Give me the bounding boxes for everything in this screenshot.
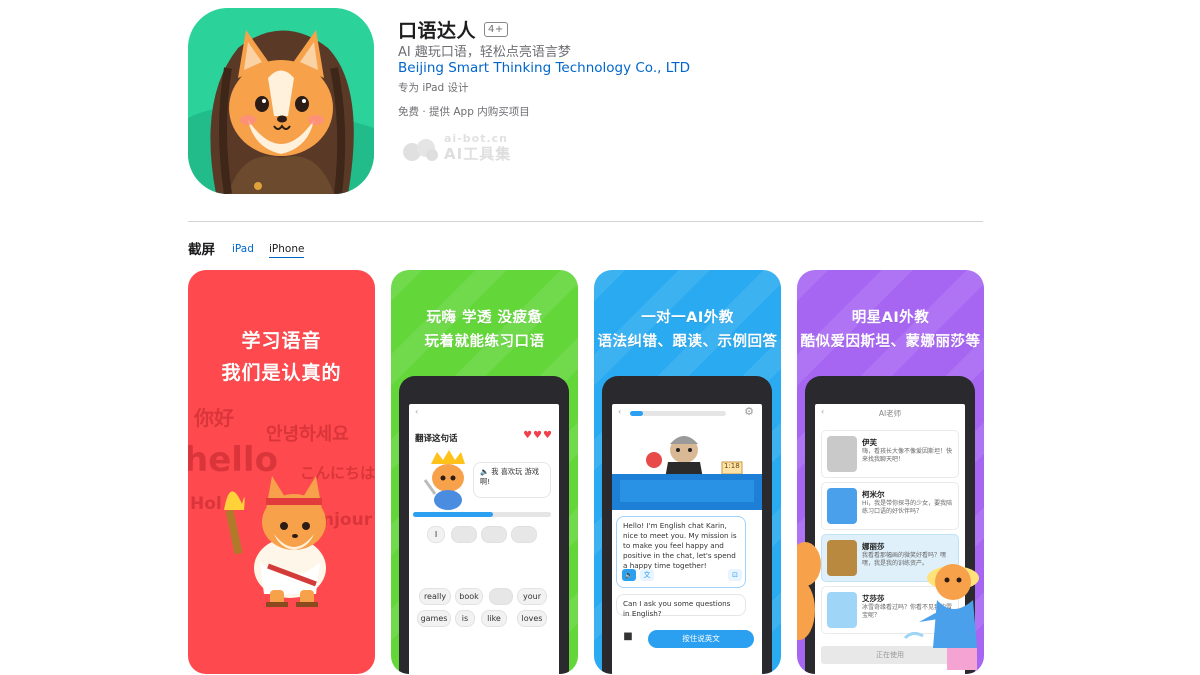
teacher-avatar: [827, 436, 857, 472]
word-chip[interactable]: is: [455, 610, 475, 627]
watermark-logo-icon: [403, 139, 438, 161]
tab-iphone[interactable]: iPhone: [269, 243, 305, 258]
hold-to-speak-button[interactable]: 按住说英文: [648, 630, 754, 648]
corgi-king-icon: [423, 450, 465, 510]
bg-word: 你好: [194, 406, 234, 430]
video-icon[interactable]: ■: [620, 631, 636, 645]
bot-message-text: Hello! I'm English chat Karin, nice to m…: [623, 521, 737, 570]
card-1-headline-2: 我们是认真的: [221, 362, 342, 384]
price-line: 免费 · 提供 App 内购买项目: [398, 106, 530, 118]
screen-topbar: ‹ AI老师: [815, 404, 965, 422]
screenshot-card-1[interactable]: 学习语音 我们是认真的 你好 안녕하세요 hello こんにちは Hol njo…: [188, 270, 375, 674]
designed-for-label: 专为 iPad 设计: [398, 82, 469, 94]
app-subtitle: AI 趣玩口语，轻松点亮语言梦: [398, 45, 571, 60]
card-4-headline-2: 酷似爱因斯坦、蒙娜丽莎等: [800, 334, 981, 350]
phone-frame: ‹ 翻译这句话 ♥♥♥ 🔈 我 喜欢玩 游戏啊! I really book y…: [399, 376, 569, 674]
word-chip[interactable]: book: [455, 588, 483, 605]
screen-topbar: ‹ ⚙: [612, 404, 762, 422]
answer-slot[interactable]: [511, 526, 537, 543]
gear-icon[interactable]: ⚙: [744, 405, 754, 418]
phone-screen: ‹ ⚙ 1:18 Hello! I'm English chat Karin, …: [612, 404, 762, 674]
app-title: 口语达人 4+: [398, 16, 508, 43]
card-2-headline-2: 玩着就能练习口语: [424, 334, 545, 350]
progress-fill: [630, 411, 644, 416]
screenshots-title: 截屏: [188, 242, 215, 258]
word-chip[interactable]: like: [481, 610, 507, 627]
bg-word: 안녕하세요: [266, 424, 349, 445]
screenshot-card-3[interactable]: 一对一AI外教 语法纠错、跟读、示例回答 ‹ ⚙ 1:18 Hello! I'm…: [594, 270, 781, 674]
teacher-desc: 嗨，看孩长大像不像爱因斯坦！快来找我聊天吧！: [862, 448, 953, 463]
speech-text: 我 喜欢玩 游戏啊!: [480, 467, 539, 486]
corgi-mascot-icon: [188, 8, 374, 194]
watermark: ai-bot.cn AI工具集: [400, 132, 540, 164]
teacher-name: 伊芙: [862, 438, 877, 447]
phone-screen: ‹ 翻译这句话 ♥♥♥ 🔈 我 喜欢玩 游戏啊! I really book y…: [409, 404, 559, 674]
hint-icon[interactable]: ⊡: [728, 569, 742, 581]
screen-title: AI老师: [878, 409, 902, 418]
tab-ipad[interactable]: iPad: [232, 243, 254, 257]
timer-label: 1:18: [724, 462, 740, 470]
word-chip[interactable]: games: [417, 610, 451, 627]
screen-topbar: ‹: [409, 404, 559, 422]
back-icon[interactable]: ‹: [415, 407, 418, 416]
word-chip[interactable]: your: [517, 588, 547, 605]
word-chip[interactable]: really: [419, 588, 451, 605]
card-4-headline-1: 明星AI外教: [851, 310, 930, 326]
app-title-text: 口语达人: [398, 20, 477, 42]
corgi-friends-icon: [797, 542, 979, 670]
answer-chip[interactable]: I: [427, 526, 445, 543]
teacher-name: 柯米尔: [862, 490, 885, 499]
watermark-name: AI工具集: [444, 145, 512, 163]
app-icon: [188, 8, 374, 194]
hearts-icon: ♥♥♥: [523, 430, 553, 441]
progress-track: [630, 411, 726, 416]
teacher-row[interactable]: 伊芙 嗨，看孩长大像不像爱因斯坦！快来找我聊天吧！: [821, 430, 959, 478]
progress-fill: [413, 512, 494, 517]
speech-bubble: 🔈 我 喜欢玩 游戏啊!: [473, 462, 551, 498]
translate-icon[interactable]: 文: [640, 569, 654, 581]
card-1-headline-1: 学习语音: [241, 330, 322, 352]
card-3-headline-2: 语法纠错、跟读、示例回答: [597, 334, 778, 350]
back-icon[interactable]: ‹: [618, 407, 621, 416]
developer-link[interactable]: Beijing Smart Thinking Technology Co., L…: [398, 60, 690, 76]
user-message-text: Can I ask you some questions in English?: [623, 599, 731, 618]
word-chip[interactable]: loves: [517, 610, 547, 627]
screenshot-card-2[interactable]: 玩嗨 学透 没疲惫 玩着就能练习口语 ‹ 翻译这句话 ♥♥♥ 🔈 我 喜欢玩 游…: [391, 270, 578, 674]
answer-slot[interactable]: [481, 526, 507, 543]
answer-slot[interactable]: [451, 526, 477, 543]
corgi-athlete-icon: [224, 476, 326, 607]
speaker-icon[interactable]: 🔈: [480, 467, 489, 476]
progress-track: [413, 512, 551, 517]
user-message: Can I ask you some questions in English?: [616, 594, 746, 618]
word-chip-used[interactable]: [489, 588, 513, 605]
section-divider: [188, 221, 983, 222]
age-rating-badge: 4+: [484, 22, 508, 37]
phone-frame: ‹ ⚙ 1:18 Hello! I'm English chat Karin, …: [602, 376, 772, 674]
card-3-headline-1: 一对一AI外教: [641, 310, 734, 326]
prompt-label: 翻译这句话: [415, 434, 458, 444]
card-2-headline-1: 玩嗨 学透 没疲惫: [426, 310, 543, 326]
teacher-desc: Hi，我是带你探寻的少女，要我陪练习口语的好伙伴吗？: [862, 500, 953, 515]
play-audio-icon[interactable]: 🔈: [622, 569, 636, 581]
screenshot-card-4[interactable]: 明星AI外教 酷似爱因斯坦、蒙娜丽莎等 ‹ AI老师 伊芙 嗨，看孩长大像不像爱…: [797, 270, 984, 674]
